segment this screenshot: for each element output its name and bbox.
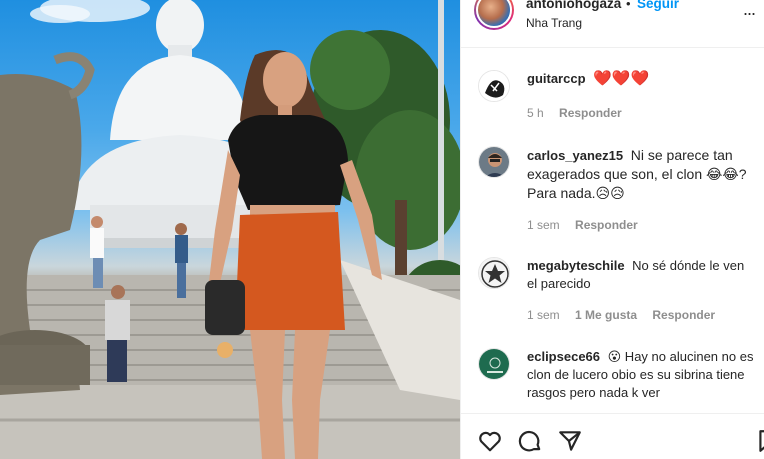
comment-avatar[interactable] [478,348,510,380]
comment-avatar[interactable] [478,146,510,178]
comment-bubble-icon[interactable] [517,428,543,454]
comment-meta: 1 sem Responder [527,218,650,232]
follow-button[interactable]: Seguir [637,0,679,11]
author-avatar[interactable] [474,0,514,30]
green-logo-avatar-icon [479,349,509,379]
comment-body: megabyteschile No sé dónde le ven el par… [527,257,757,293]
post-action-bar [461,413,764,459]
post-location[interactable]: Nha Trang [526,16,582,30]
photo-illustration [0,0,460,459]
sketch-avatar-icon [479,71,509,101]
comment-meta: 1 sem 1 Me gusta Responder [527,308,727,322]
comment-meta: 5 h Responder [527,106,634,120]
separator-dot: • [626,0,631,11]
comment-username[interactable]: eclipsece66 [527,349,600,364]
comment-body: carlos_yanez15 Ni se parece tan exagerad… [527,146,757,203]
save-bookmark-icon[interactable] [755,428,764,454]
comment-time[interactable]: 1 sem [527,308,560,322]
share-send-icon[interactable] [557,428,583,454]
comment-text: ❤️❤️❤️ [593,70,650,87]
comment-avatar[interactable] [478,70,510,102]
author-username[interactable]: antoniohogaza [526,0,621,11]
comment-body: guitarccp ❤️❤️❤️ [527,70,757,88]
reply-button[interactable]: Responder [652,308,715,322]
comment-username[interactable]: guitarccp [527,71,586,86]
comment-body: eclipsece66 😮 Hay no alucinen no es clon… [527,348,757,402]
like-heart-icon[interactable] [477,428,503,454]
more-options-icon[interactable]: ... [743,0,756,18]
comment-username[interactable]: megabyteschile [527,258,625,273]
man-photo-avatar-icon [479,147,509,177]
star-badge-avatar-icon [479,258,509,288]
post-photo[interactable] [0,0,460,459]
comment-avatar[interactable] [478,257,510,289]
comment-time[interactable]: 1 sem [527,218,560,232]
post-header: antoniohogaza • Seguir Nha Trang ... [461,0,764,48]
likes-count[interactable]: 1 Me gusta [575,308,637,322]
reply-button[interactable]: Responder [575,218,638,232]
reply-button[interactable]: Responder [559,106,622,120]
comments-panel: antoniohogaza • Seguir Nha Trang ... gui… [460,0,764,459]
comment-time[interactable]: 5 h [527,106,544,120]
comment-username[interactable]: carlos_yanez15 [527,148,623,163]
